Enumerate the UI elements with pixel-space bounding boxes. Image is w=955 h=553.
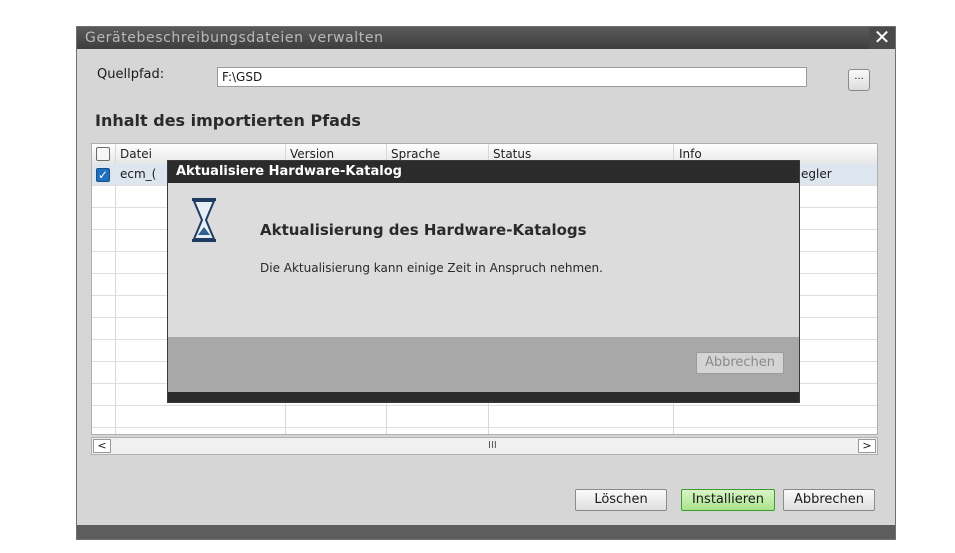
column-header-language[interactable]: Sprache [391,147,440,161]
column-header-status[interactable]: Status [493,147,531,161]
column-header-version[interactable]: Version [290,147,334,161]
progress-cancel-button[interactable]: Abbrechen [696,352,784,374]
section-title: Inhalt des importierten Pfads [95,111,361,130]
select-all-checkbox[interactable] [96,147,110,161]
row-file: ecm_( [120,167,157,181]
source-path-label: Quellpfad: [97,67,165,82]
close-icon[interactable]: ✕ [869,27,895,49]
scroll-left-button[interactable]: < [93,439,111,453]
install-button[interactable]: Installieren [681,489,775,511]
dialog-title: Gerätebeschreibungsdateien verwalten [85,30,384,46]
progress-heading: Aktualisierung des Hardware-Katalogs [260,221,587,239]
table-row [92,406,877,428]
row-info: egler [801,167,832,181]
column-header-info[interactable]: Info [679,147,702,161]
browse-button[interactable]: ... [848,69,870,91]
hourglass-icon [192,198,216,242]
dialog-title-bar[interactable]: Gerätebeschreibungsdateien verwalten ✕ [77,27,895,49]
progress-dialog-title: Aktualisiere Hardware-Katalog [176,164,402,179]
progress-dialog-bottom-bar [168,392,799,402]
progress-dialog: Aktualisiere Hardware-Katalog Aktualisie… [167,160,800,403]
scroll-right-button[interactable]: > [858,439,876,453]
row-checkbox[interactable]: ✓ [96,168,110,182]
horizontal-scrollbar[interactable]: < III > [91,437,878,455]
column-header-file[interactable]: Datei [120,147,152,161]
progress-message: Die Aktualisierung kann einige Zeit in A… [260,261,603,275]
cancel-button[interactable]: Abbrechen [783,489,875,511]
delete-button[interactable]: Löschen [575,489,667,511]
progress-dialog-title-bar[interactable]: Aktualisiere Hardware-Katalog [168,161,799,183]
source-path-input[interactable]: F:\GSD [217,67,807,87]
dialog-footer-bar [77,525,895,539]
scroll-thumb-grip[interactable]: III [488,440,497,451]
